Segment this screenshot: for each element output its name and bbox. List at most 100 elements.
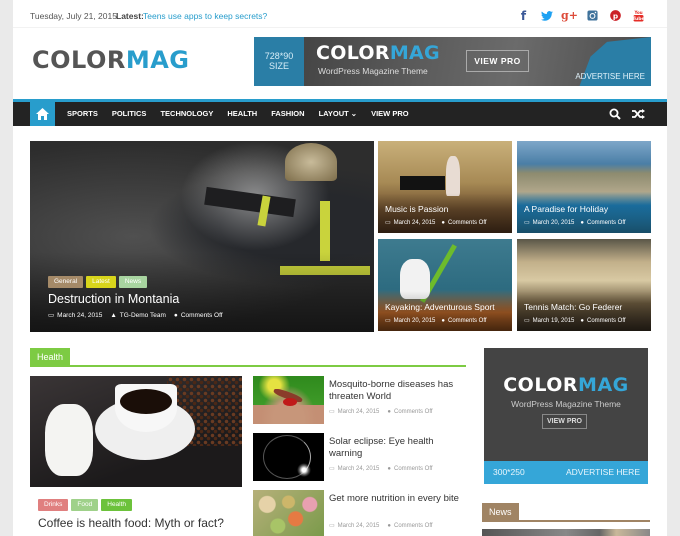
post-comments-text: Comments Off — [448, 317, 487, 324]
featured-tile[interactable]: A Paradise for Holiday ▭ March 20, 2015 ●… — [517, 141, 651, 233]
nav-item-politics[interactable]: POLITICS — [105, 102, 154, 126]
post-meta: ▭ March 24, 2015 ● Comments Off — [329, 408, 433, 416]
post-author[interactable]: ▲ TG-Demo Team — [110, 312, 166, 319]
post-comments[interactable]: ● Comments Off — [580, 220, 625, 226]
category-tag-health[interactable]: Health — [101, 499, 133, 511]
tile-title[interactable]: Music is Passion — [385, 204, 448, 214]
nav-item-health[interactable]: HEALTH — [220, 102, 264, 126]
section-underline — [30, 365, 466, 367]
post-title[interactable]: Get more nutrition in every bite — [329, 493, 465, 505]
featured-tile[interactable]: Kayaking: Adventurous Sport ▭ March 20, 2… — [378, 239, 512, 331]
hero-post-title[interactable]: Destruction in Montania — [48, 292, 179, 306]
latest-label: Latest: — [116, 11, 144, 21]
pinterest-icon[interactable]: p — [609, 9, 622, 22]
sidebar-ad-banner[interactable]: COLORMAG WordPress Magazine Theme VIEW P… — [484, 348, 648, 484]
post-comments-text: Comments Off — [448, 219, 487, 226]
post-title[interactable]: Solar eclipse: Eye health warning — [329, 436, 465, 460]
post-date[interactable]: ▭ March 20, 2015 — [385, 317, 435, 324]
featured-tile[interactable]: Music is Passion ▭ March 24, 2015 ● Commen… — [378, 141, 512, 233]
post-date-text: March 20, 2015 — [393, 318, 436, 324]
post-comments[interactable]: ● Comments Off — [387, 523, 432, 529]
comment-icon: ● — [580, 219, 584, 226]
post-title[interactable]: Coffee is health food: Myth or fact? — [38, 516, 224, 530]
post-title[interactable]: Mosquito-borne diseases has threaten Wor… — [329, 379, 465, 403]
sidebar-ad-subtitle: WordPress Magazine Theme — [511, 399, 621, 409]
hero-category-tags: General Latest News — [48, 276, 148, 288]
post-comments-text: Comments Off — [394, 465, 433, 472]
health-main-post[interactable]: Drinks Food Health Coffee is health food… — [30, 376, 242, 536]
section-underline — [482, 520, 650, 522]
comment-icon: ● — [580, 317, 584, 324]
calendar-icon: ▭ — [524, 220, 530, 226]
banner-subtitle: WordPress Magazine Theme — [318, 66, 428, 76]
featured-hero-post[interactable]: General Latest News Destruction in Monta… — [30, 141, 374, 332]
post-thumbnail[interactable] — [253, 376, 324, 424]
random-post-icon[interactable] — [632, 107, 645, 125]
sidebar-ad-footer: 300*250 ADVERTISE HERE — [484, 461, 648, 484]
featured-tile[interactable]: Tennis Match: Go Federer ▭ March 19, 2015… — [517, 239, 651, 331]
hero-image-helmet — [285, 143, 337, 181]
post-meta: ▭ March 24, 2015 ● Comments Off — [329, 465, 433, 473]
hero-post-meta: ▭ March 24, 2015 ▲ TG-Demo Team ● Comments … — [48, 311, 223, 320]
post-comments[interactable]: ● Comments Off — [387, 466, 432, 472]
post-date-text: March 24, 2015 — [57, 312, 103, 319]
logo-text-mag: MAG — [125, 46, 190, 74]
tile-title[interactable]: Tennis Match: Go Federer — [524, 302, 622, 312]
google-plus-icon[interactable]: g+ — [561, 9, 578, 22]
post-date[interactable]: ▭ March 24, 2015 — [329, 465, 379, 472]
calendar-icon: ▭ — [48, 312, 55, 319]
post-date[interactable]: ▭ March 19, 2015 — [524, 317, 574, 324]
facebook-icon[interactable]: f — [517, 9, 530, 23]
post-date[interactable]: ▭ March 24, 2015 — [329, 522, 379, 529]
post-comments[interactable]: ● Comments Off — [580, 318, 625, 324]
health-list-post[interactable]: Mosquito-borne diseases has threaten Wor… — [253, 376, 465, 424]
post-comments[interactable]: ● Comments Off — [441, 318, 486, 324]
news-section-heading: News — [482, 503, 650, 522]
post-comments[interactable]: ● Comments Off — [174, 312, 223, 319]
sidebar-ad-advertise-link[interactable]: ADVERTISE HERE — [566, 461, 640, 484]
main-navigation: SPORTS POLITICS TECHNOLOGY HEALTH FASHIO… — [13, 99, 667, 126]
social-links: f g+ p You Tube — [517, 9, 645, 23]
nav-item-view-pro[interactable]: VIEW PRO — [364, 102, 416, 126]
health-list-post[interactable]: Get more nutrition in every bite ▭ March … — [253, 490, 465, 536]
category-tag-news[interactable]: News — [118, 276, 148, 288]
header-ad-banner[interactable]: 728*90 SIZE COLORMAG WordPress Magazine … — [254, 37, 651, 86]
sidebar-ad-view-pro-button[interactable]: VIEW PRO — [542, 414, 587, 429]
tile-title[interactable]: A Paradise for Holiday — [524, 204, 608, 214]
health-section-heading: Health — [30, 348, 466, 367]
post-date[interactable]: ▭ March 24, 2015 — [48, 311, 102, 319]
tile-title[interactable]: Kayaking: Adventurous Sport — [385, 302, 495, 312]
category-tag-drinks[interactable]: Drinks — [38, 499, 69, 511]
nav-item-sports[interactable]: SPORTS — [60, 102, 105, 126]
search-icon[interactable] — [609, 107, 621, 125]
category-tag-general[interactable]: General — [48, 276, 84, 288]
post-thumbnail[interactable] — [30, 376, 242, 487]
news-post-thumbnail[interactable] — [482, 529, 650, 536]
thumbnail-milk-jug — [45, 404, 93, 476]
post-date[interactable]: ▭ March 24, 2015 — [329, 408, 379, 415]
nav-item-fashion[interactable]: FASHION — [264, 102, 311, 126]
home-button[interactable] — [30, 102, 55, 126]
site-logo[interactable]: COLORMAG — [32, 46, 190, 74]
post-comments[interactable]: ● Comments Off — [441, 220, 486, 226]
instagram-icon[interactable] — [586, 9, 599, 22]
post-date[interactable]: ▭ March 24, 2015 — [385, 219, 435, 226]
banner-view-pro-button[interactable]: VIEW PRO — [466, 50, 529, 72]
calendar-icon: ▭ — [329, 466, 335, 472]
post-date[interactable]: ▭ March 20, 2015 — [524, 219, 574, 226]
comment-icon: ● — [173, 311, 178, 319]
health-list-post[interactable]: Solar eclipse: Eye health warning ▭ March… — [253, 433, 465, 481]
post-thumbnail[interactable] — [253, 433, 324, 481]
category-tag-latest[interactable]: Latest — [86, 276, 116, 288]
category-tag-food[interactable]: Food — [71, 499, 99, 511]
latest-news-link[interactable]: Teens use apps to keep secrets? — [143, 6, 267, 26]
post-date-text: March 24, 2015 — [393, 220, 436, 226]
youtube-icon[interactable]: You Tube — [632, 9, 645, 22]
banner-advertise-link[interactable]: ADVERTISE HERE — [575, 72, 645, 81]
post-date-text: March 24, 2015 — [337, 523, 380, 529]
post-comments[interactable]: ● Comments Off — [387, 409, 432, 415]
nav-item-layout[interactable]: LAYOUT ⌄ — [312, 102, 365, 126]
nav-item-technology[interactable]: TECHNOLOGY — [153, 102, 220, 126]
twitter-icon[interactable] — [540, 9, 553, 22]
post-thumbnail[interactable] — [253, 490, 324, 536]
